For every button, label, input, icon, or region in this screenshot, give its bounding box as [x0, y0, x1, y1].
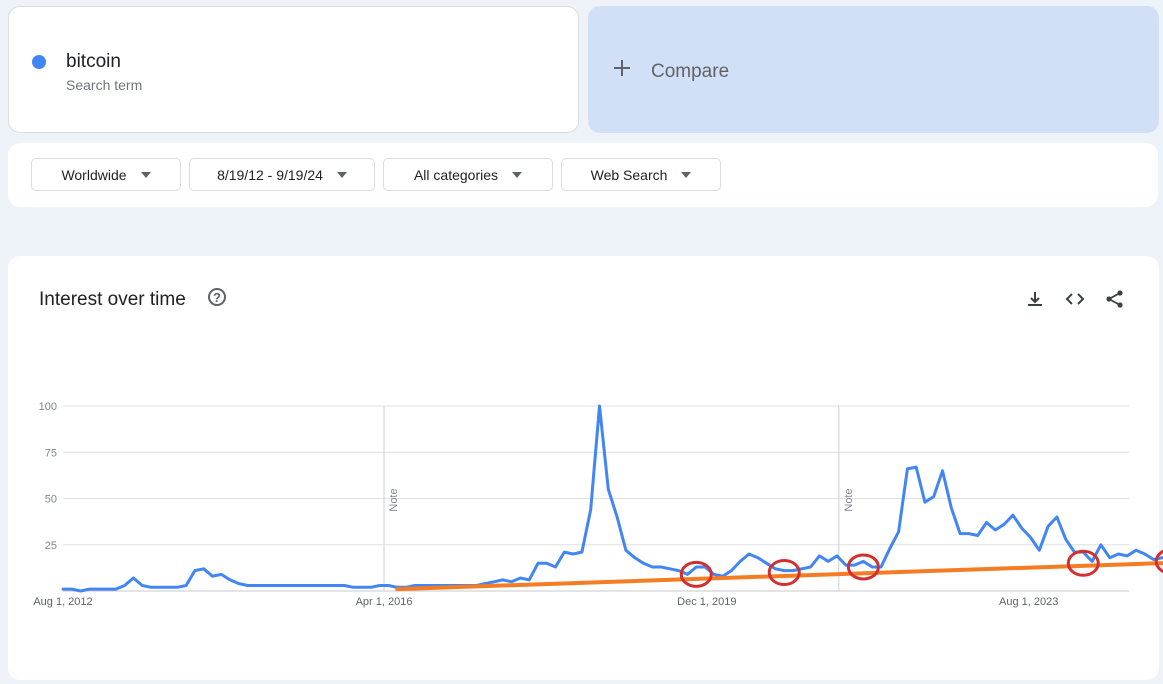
x-tick-label: Apr 1, 2016	[356, 596, 413, 608]
interest-chart: Note Note 100 75 50 25 Aug 1, 2012 Apr 1, 2016…	[33, 401, 1163, 608]
note-label[interactable]: Note	[843, 488, 855, 511]
note-label[interactable]: Note	[388, 488, 400, 511]
y-tick-label: 25	[45, 540, 57, 552]
y-tick-label: 50	[45, 494, 57, 506]
highlight-circle	[767, 559, 801, 586]
x-tick-label: Dec 1, 2019	[677, 596, 736, 608]
highlight-circle	[1066, 549, 1100, 577]
y-tick-label: 75	[45, 447, 57, 459]
y-tick-label: 100	[39, 401, 57, 413]
x-tick-label: Aug 1, 2012	[33, 596, 92, 608]
x-tick-label: Aug 1, 2023	[999, 596, 1058, 608]
